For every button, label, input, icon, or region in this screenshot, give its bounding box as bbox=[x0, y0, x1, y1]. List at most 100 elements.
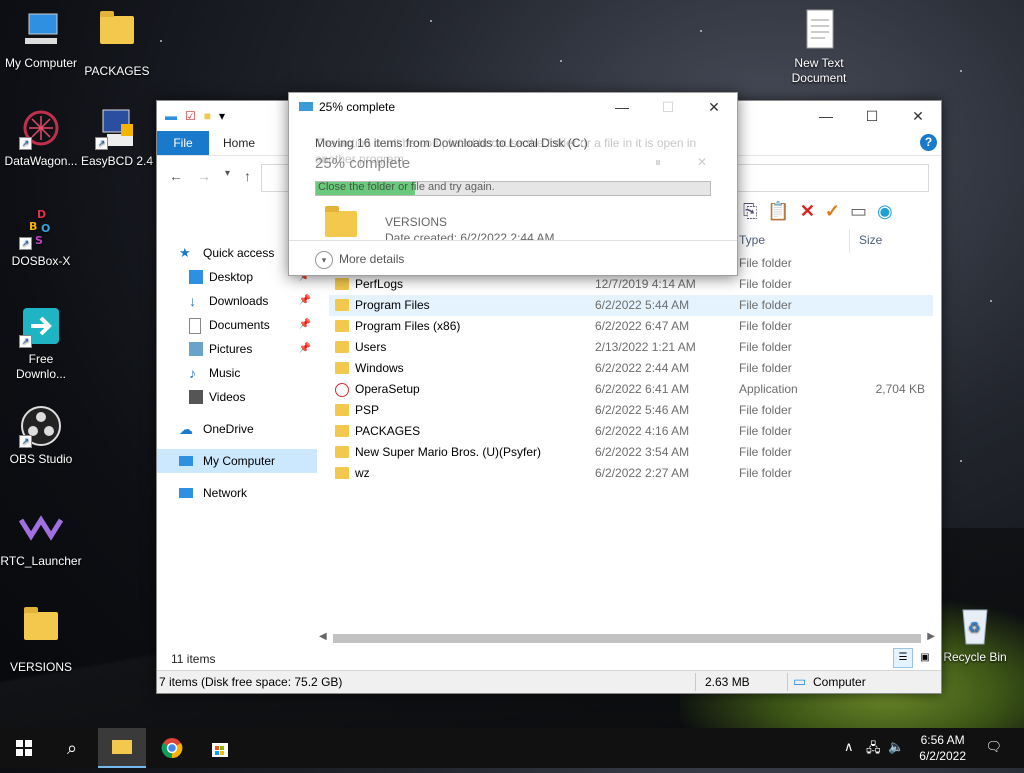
up-arrow-icon[interactable]: ↑ bbox=[244, 168, 251, 184]
desktop-icon-free-download[interactable]: ↗ Free Downlo... bbox=[0, 304, 82, 382]
folder-icon bbox=[335, 278, 349, 290]
file-row[interactable]: wz 6/2/2022 2:27 AM File folder bbox=[329, 463, 933, 484]
back-arrow-icon[interactable]: ← bbox=[169, 168, 183, 184]
properties-icon[interactable]: ☑ bbox=[185, 109, 196, 123]
scroll-left-arrow-icon[interactable]: ◀ bbox=[319, 631, 327, 642]
dialog-percent: 25% complete bbox=[315, 155, 411, 172]
nav-network[interactable]: Network bbox=[157, 481, 317, 505]
pin-icon: 📌 bbox=[298, 343, 311, 354]
copy-icon[interactable]: ⎘ bbox=[743, 201, 757, 222]
desktop-icon-label: My Computer bbox=[4, 56, 78, 70]
nav-my-computer[interactable]: My Computer bbox=[157, 449, 317, 473]
folder-icon bbox=[335, 404, 349, 416]
nav-videos[interactable]: Videos bbox=[157, 385, 317, 409]
close-button[interactable]: ✕ bbox=[895, 101, 941, 131]
desktop-icon-label: New Text Document bbox=[791, 56, 847, 85]
desktop-icon-recycle-bin[interactable]: ♻ Recycle Bin bbox=[934, 602, 1016, 665]
file-row[interactable]: PerfLogs 12/7/2019 4:14 AM File folder bbox=[329, 274, 933, 295]
file-row[interactable]: PACKAGES 6/2/2022 4:16 AM File folder bbox=[329, 421, 933, 442]
nav-downloads[interactable]: ↓ Downloads 📌 bbox=[157, 289, 317, 313]
large-icons-view-icon[interactable]: ▣ bbox=[915, 648, 935, 668]
file-name: wz bbox=[355, 466, 370, 480]
window-controls: — ☐ ✕ bbox=[803, 101, 941, 131]
maximize-button[interactable]: ☐ bbox=[849, 101, 895, 131]
clock[interactable]: 6:56 AM 6/2/2022 bbox=[919, 732, 966, 764]
easybcd-icon: ↗ bbox=[95, 106, 139, 150]
nav-pictures[interactable]: Pictures 📌 bbox=[157, 337, 317, 361]
desktop-icon-label: PACKAGES bbox=[84, 64, 150, 78]
customize-toolbar-icon[interactable]: ▾ bbox=[219, 109, 225, 123]
desktop-icon-label: OBS Studio bbox=[9, 452, 73, 466]
file-size: 2,704 KB bbox=[875, 382, 925, 396]
minimize-button[interactable]: — bbox=[803, 101, 849, 131]
desktop-icon-new-text-document[interactable]: New Text Document bbox=[778, 8, 860, 86]
column-header-size[interactable]: Size bbox=[859, 233, 882, 247]
desktop-icon-label: VERSIONS bbox=[9, 660, 72, 674]
network-icon[interactable]: 🖧 bbox=[866, 739, 881, 761]
details-view-icon[interactable]: ☰ bbox=[893, 648, 913, 668]
file-row[interactable]: Users 2/13/2022 1:21 AM File folder bbox=[329, 337, 933, 358]
start-button[interactable] bbox=[0, 728, 48, 768]
file-name: Program Files bbox=[355, 298, 430, 312]
dialog-file-name: VERSIONS bbox=[385, 215, 448, 229]
file-explorer-taskbar-icon[interactable] bbox=[98, 728, 146, 768]
notifications-icon[interactable]: 🗨 bbox=[985, 739, 1002, 755]
desktop-icon-label: RTC_Launcher bbox=[0, 554, 82, 568]
tab-file[interactable]: File bbox=[157, 131, 209, 155]
file-date: 6/2/2022 5:44 AM bbox=[595, 298, 690, 312]
tab-home[interactable]: Home bbox=[209, 131, 269, 155]
new-folder-icon[interactable]: ■ bbox=[204, 109, 211, 123]
paste-icon[interactable]: 📋 bbox=[767, 201, 789, 222]
dialog-minimize-button[interactable]: — bbox=[599, 93, 645, 121]
nav-onedrive[interactable]: ☁ OneDrive bbox=[157, 417, 317, 441]
horizontal-scrollbar[interactable]: ◀ ▶ bbox=[317, 631, 937, 645]
file-date: 6/2/2022 2:44 AM bbox=[595, 361, 690, 375]
file-row[interactable]: New Super Mario Bros. (U)(Psyfer) 6/2/202… bbox=[329, 442, 933, 463]
globe-icon[interactable]: ◉ bbox=[877, 201, 893, 222]
dialog-close-button[interactable]: ✕ bbox=[691, 93, 737, 121]
custom-toolbar: ⎘ 📋 ✕ ✓ ▭ ◉ bbox=[743, 201, 893, 222]
search-icon[interactable]: ⌕ bbox=[48, 728, 96, 768]
desktop-icon-dosbox-x[interactable]: DBOS ↗ DOSBox-X bbox=[0, 206, 82, 269]
volume-icon[interactable]: 🔈 bbox=[888, 739, 904, 755]
forward-arrow-icon[interactable]: → bbox=[197, 168, 211, 184]
recent-locations-chevron-icon[interactable]: ▾ bbox=[225, 168, 230, 184]
file-row[interactable]: Program Files (x86) 6/2/2022 6:47 AM File … bbox=[329, 316, 933, 337]
desktop-icon-datawagon[interactable]: ↗ DataWagon... bbox=[0, 106, 82, 169]
desktop-icon-easybcd[interactable]: ↗ EasyBCD 2.4 bbox=[76, 106, 158, 169]
file-row[interactable]: Windows 6/2/2022 2:44 AM File folder bbox=[329, 358, 933, 379]
wallpaper-star bbox=[990, 300, 992, 302]
help-icon[interactable]: ? bbox=[920, 134, 937, 151]
pin-icon: 📌 bbox=[298, 319, 311, 330]
desktop-icon-rtc-launcher[interactable]: RTC_Launcher bbox=[0, 506, 82, 569]
checkmark-icon[interactable]: ✓ bbox=[825, 201, 840, 222]
desktop-icon-obs-studio[interactable]: ↗ OBS Studio bbox=[0, 404, 82, 467]
chevron-down-icon[interactable]: ▾ bbox=[315, 251, 333, 269]
wallpaper-star bbox=[160, 40, 162, 42]
desktop-icon-my-computer[interactable]: My Computer bbox=[0, 8, 82, 71]
scrollbar-thumb[interactable] bbox=[333, 634, 921, 643]
nav-music[interactable]: ♪ Music bbox=[157, 361, 317, 385]
desktop-icon-versions[interactable]: VERSIONS bbox=[0, 604, 82, 675]
file-row[interactable]: Program Files 6/2/2022 5:44 AM File folder bbox=[329, 295, 933, 316]
file-row[interactable]: PSP 6/2/2022 5:46 AM File folder bbox=[329, 400, 933, 421]
chrome-icon[interactable] bbox=[148, 728, 196, 768]
column-header-type[interactable]: Type bbox=[739, 233, 765, 247]
delete-icon[interactable]: ✕ bbox=[800, 201, 815, 222]
rename-icon[interactable]: ▭ bbox=[850, 201, 867, 222]
pause-icon[interactable]: ⏸ bbox=[655, 155, 661, 170]
folder-icon bbox=[335, 425, 349, 437]
store-icon[interactable] bbox=[196, 728, 244, 768]
scroll-right-arrow-icon[interactable]: ▶ bbox=[927, 631, 935, 642]
file-type: File folder bbox=[739, 445, 792, 459]
file-row[interactable]: OperaSetup 6/2/2022 6:41 AM Application 2,7… bbox=[329, 379, 933, 400]
more-details-toggle[interactable]: ▾ More details bbox=[289, 240, 737, 275]
desktop-icon-packages[interactable]: PACKAGES bbox=[76, 8, 158, 79]
chevron-up-icon[interactable]: ∧ bbox=[844, 739, 854, 755]
search-box[interactable] bbox=[733, 164, 929, 192]
more-details-label: More details bbox=[339, 252, 405, 266]
file-name: PSP bbox=[355, 403, 380, 417]
dosbox-icon: DBOS ↗ bbox=[19, 206, 63, 250]
nav-documents[interactable]: Documents 📌 bbox=[157, 313, 317, 337]
cancel-icon[interactable]: ✕ bbox=[697, 155, 707, 169]
